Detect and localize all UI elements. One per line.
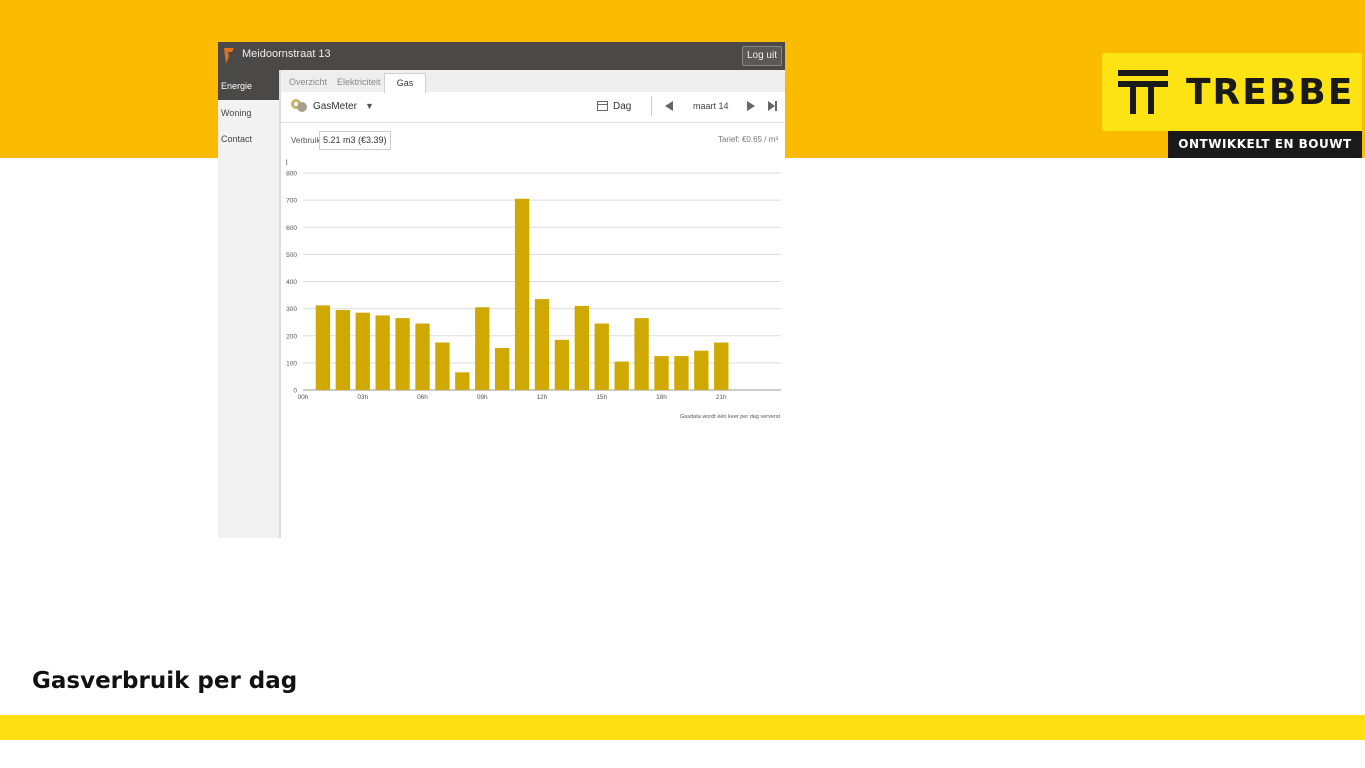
bar xyxy=(694,350,709,390)
tab-bar: Overzicht Elektriciteit Gas xyxy=(281,70,785,93)
bar xyxy=(395,318,410,390)
bar xyxy=(415,323,430,390)
y-tick-label: 400 xyxy=(286,279,297,286)
y-tick-label: 300 xyxy=(286,306,297,313)
bar xyxy=(674,356,689,390)
x-tick-label: 03h xyxy=(357,394,368,401)
y-tick-label: 200 xyxy=(286,333,297,340)
bar xyxy=(534,299,550,390)
trebbe-logo-icon xyxy=(1118,70,1168,114)
x-tick-label: 18h xyxy=(656,394,667,401)
x-tick-label: 09h xyxy=(477,394,488,401)
bar xyxy=(494,347,510,390)
tab-gas[interactable]: Gas xyxy=(384,73,426,93)
app-screenshot: Meidoornstraat 13 Log uit Energie Woning… xyxy=(218,42,785,538)
y-tick-label: 100 xyxy=(286,360,297,367)
x-tick-label: 21h xyxy=(716,394,727,401)
chevron-down-icon[interactable]: ▼ xyxy=(365,101,374,111)
slide-caption: Gasverbruik per dag xyxy=(32,668,298,694)
calendar-icon[interactable] xyxy=(597,101,608,111)
meter-select-label[interactable]: GasMeter xyxy=(313,101,357,112)
tab-elektriciteit[interactable]: Elektriciteit xyxy=(337,73,381,92)
current-date: maart 14 xyxy=(693,101,729,111)
brand-logo: TREBBE xyxy=(1102,53,1362,131)
usage-label: Verbruik: xyxy=(291,136,323,145)
bar xyxy=(574,305,590,390)
previous-icon[interactable] xyxy=(665,101,673,111)
bar xyxy=(475,307,490,390)
x-tick-label: 00h xyxy=(298,394,309,401)
bar xyxy=(594,323,609,390)
y-tick-label: 700 xyxy=(286,198,297,205)
app-logo-icon xyxy=(224,48,234,64)
sidebar-item-contact[interactable]: Contact xyxy=(218,126,279,152)
y-tick-label: 500 xyxy=(286,252,297,259)
bottom-color-band xyxy=(0,715,1365,740)
x-tick-label: 06h xyxy=(417,394,428,401)
bar xyxy=(455,372,470,390)
skip-to-end-icon[interactable] xyxy=(768,101,778,111)
y-axis-unit: l xyxy=(286,160,288,167)
sidebar: Energie Woning Contact xyxy=(218,70,281,538)
gas-usage-chart: l010020030040050060070080000h 03h 06h 09h 12… xyxy=(286,160,781,401)
y-tick-label: 800 xyxy=(286,171,297,178)
bar xyxy=(335,309,351,390)
bar xyxy=(315,305,331,390)
brand-name: TREBBE xyxy=(1186,72,1355,113)
bar xyxy=(375,315,390,390)
bar xyxy=(654,356,669,390)
refresh-footnote: Gasdata wordt één keer per dag ververst xyxy=(680,414,780,420)
bar xyxy=(514,198,530,390)
bar xyxy=(554,339,570,390)
toolbar-divider xyxy=(651,96,652,116)
bar xyxy=(435,342,450,390)
sidebar-item-woning[interactable]: Woning xyxy=(218,100,279,126)
logout-button[interactable]: Log uit xyxy=(741,46,782,66)
x-tick-label: 12h xyxy=(537,394,548,401)
address-title: Meidoornstraat 13 xyxy=(242,48,331,60)
bar xyxy=(355,312,370,390)
x-tick-label: 15h xyxy=(596,394,607,401)
sidebar-item-energie[interactable]: Energie xyxy=(218,70,279,100)
y-tick-label: 600 xyxy=(286,225,297,232)
gas-meter-icon xyxy=(291,99,307,112)
usage-value: 5.21 m3 (€3.39) xyxy=(319,131,391,150)
bar xyxy=(714,342,729,390)
bar xyxy=(634,318,649,390)
period-select[interactable]: Dag xyxy=(613,101,631,112)
tab-overzicht[interactable]: Overzicht xyxy=(289,73,327,92)
toolbar: GasMeter ▼ Dag maart 14 xyxy=(281,92,785,123)
app-header: Meidoornstraat 13 Log uit xyxy=(218,42,785,70)
tariff-text: Tarief: €0.65 / m³ xyxy=(717,135,778,144)
brand-tagline: ONTWIKKELT EN BOUWT xyxy=(1168,131,1362,158)
next-icon[interactable] xyxy=(747,101,755,111)
bar xyxy=(614,361,629,390)
